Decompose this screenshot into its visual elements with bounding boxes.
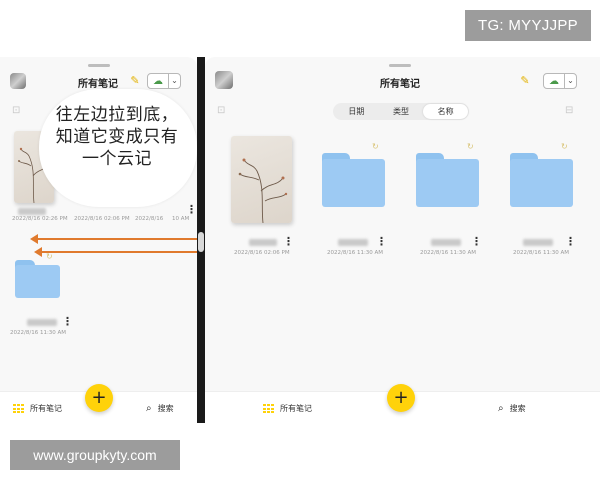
chevron-down-icon: ⌄ bbox=[564, 74, 576, 88]
watermark-top: TG: MYYJJPP bbox=[465, 10, 591, 41]
nav-search-label: 搜索 bbox=[157, 404, 174, 413]
nav-all-notes[interactable]: 所有笔记 bbox=[263, 403, 312, 414]
nav-search-label: 搜索 bbox=[509, 404, 526, 413]
folder-date: 2022/8/16 11:30 AM bbox=[327, 250, 384, 256]
note-name bbox=[249, 239, 277, 246]
note-name bbox=[18, 208, 46, 215]
sync-dropdown[interactable]: ☁ ⌄ bbox=[543, 73, 577, 89]
folder-date: 2022/8/16 11:30 AM bbox=[10, 330, 67, 336]
page-title: 所有笔记 bbox=[380, 79, 420, 90]
folder-name bbox=[27, 319, 57, 326]
folder-name bbox=[338, 239, 368, 246]
cloud-icon: ☁ bbox=[549, 75, 559, 87]
more-options-icon[interactable]: ⋮ bbox=[376, 236, 387, 247]
folder-icon[interactable] bbox=[416, 153, 479, 207]
notebook-cover[interactable] bbox=[231, 136, 292, 223]
sort-tab-date[interactable]: 日期 bbox=[334, 104, 379, 119]
nav-search[interactable]: ⌕ 搜索 bbox=[146, 403, 174, 414]
more-options-icon[interactable]: ⋮ bbox=[283, 236, 294, 247]
swipe-arrow bbox=[34, 247, 197, 257]
note-date: 2022/8/16 02:06 PM bbox=[234, 250, 290, 256]
nav-all-notes[interactable]: 所有笔记 bbox=[13, 403, 62, 414]
pane-grab-handle[interactable] bbox=[389, 64, 411, 67]
avatar[interactable] bbox=[215, 71, 233, 89]
swipe-arrow bbox=[30, 234, 197, 244]
nav-search[interactable]: ⌕ 搜索 bbox=[498, 403, 526, 414]
watermark-bottom: www.groupkyty.com bbox=[10, 440, 180, 470]
grid-icon bbox=[263, 404, 274, 413]
search-icon: ⌕ bbox=[146, 403, 152, 414]
sync-dropdown[interactable]: ☁ ⌄ bbox=[147, 73, 181, 89]
more-options-icon[interactable]: ⋮ bbox=[62, 316, 73, 327]
sync-icon: ↻ bbox=[561, 142, 568, 151]
tooltip-text: 往左边拉到底，知道它变成只有一个云记 bbox=[55, 105, 179, 169]
edit-icon[interactable]: ✎ bbox=[518, 74, 532, 88]
cloud-icon: ☁ bbox=[153, 75, 163, 87]
folder-icon[interactable] bbox=[510, 153, 573, 207]
note-date: 2022/8/16 bbox=[135, 216, 164, 222]
folder-icon[interactable] bbox=[15, 260, 60, 298]
more-options-icon[interactable]: ⋮ bbox=[471, 236, 482, 247]
right-pane: 所有笔记 ✎ ☁ ⌄ ⊡ ⊟ 日期 类型 名称 ⋮ 2022/8/16 02:0… bbox=[205, 57, 600, 423]
search-icon: ⌕ bbox=[498, 403, 504, 414]
page-title: 所有笔记 bbox=[78, 79, 118, 90]
note-date: 2022/8/16 02:26 PM bbox=[12, 216, 68, 222]
note-date: 10 AM bbox=[172, 216, 190, 222]
layout-icon[interactable]: ⊟ bbox=[565, 105, 573, 116]
grid-icon bbox=[13, 404, 24, 413]
sort-segmented-control: 日期 类型 名称 bbox=[333, 103, 469, 120]
folder-name bbox=[431, 239, 461, 246]
left-pane: 所有笔记 ✎ ☁ ⌄ ⊡ 2022/8/16 02:26 PM 2022/8/1… bbox=[0, 57, 197, 423]
sort-tab-name[interactable]: 名称 bbox=[423, 104, 469, 119]
more-options-icon[interactable]: ⋮ bbox=[565, 236, 576, 247]
sync-icon: ↻ bbox=[372, 142, 379, 151]
folder-name bbox=[523, 239, 553, 246]
folder-date: 2022/8/16 11:30 AM bbox=[513, 250, 570, 256]
folder-date: 2022/8/16 11:30 AM bbox=[420, 250, 477, 256]
pane-grab-handle[interactable] bbox=[88, 64, 110, 67]
add-note-button[interactable]: + bbox=[387, 384, 415, 412]
more-options-icon[interactable]: ⋮ bbox=[186, 204, 197, 215]
split-drag-handle[interactable] bbox=[198, 232, 204, 252]
sort-tab-type[interactable]: 类型 bbox=[379, 104, 424, 119]
note-date: 2022/8/16 02:06 PM bbox=[74, 216, 130, 222]
nav-all-notes-label: 所有笔记 bbox=[30, 404, 62, 413]
sync-icon: ↻ bbox=[467, 142, 474, 151]
add-note-button[interactable]: + bbox=[85, 384, 113, 412]
nav-all-notes-label: 所有笔记 bbox=[280, 404, 312, 413]
photo-icon[interactable]: ⊡ bbox=[217, 105, 225, 116]
folder-icon[interactable] bbox=[322, 153, 385, 207]
avatar[interactable] bbox=[10, 73, 26, 89]
edit-icon[interactable]: ✎ bbox=[128, 74, 142, 88]
photo-icon[interactable]: ⊡ bbox=[12, 105, 20, 116]
screenshot-page: 所有笔记 ✎ ☁ ⌄ ⊡ 2022/8/16 02:26 PM 2022/8/1… bbox=[0, 0, 600, 480]
chevron-down-icon: ⌄ bbox=[168, 74, 180, 88]
